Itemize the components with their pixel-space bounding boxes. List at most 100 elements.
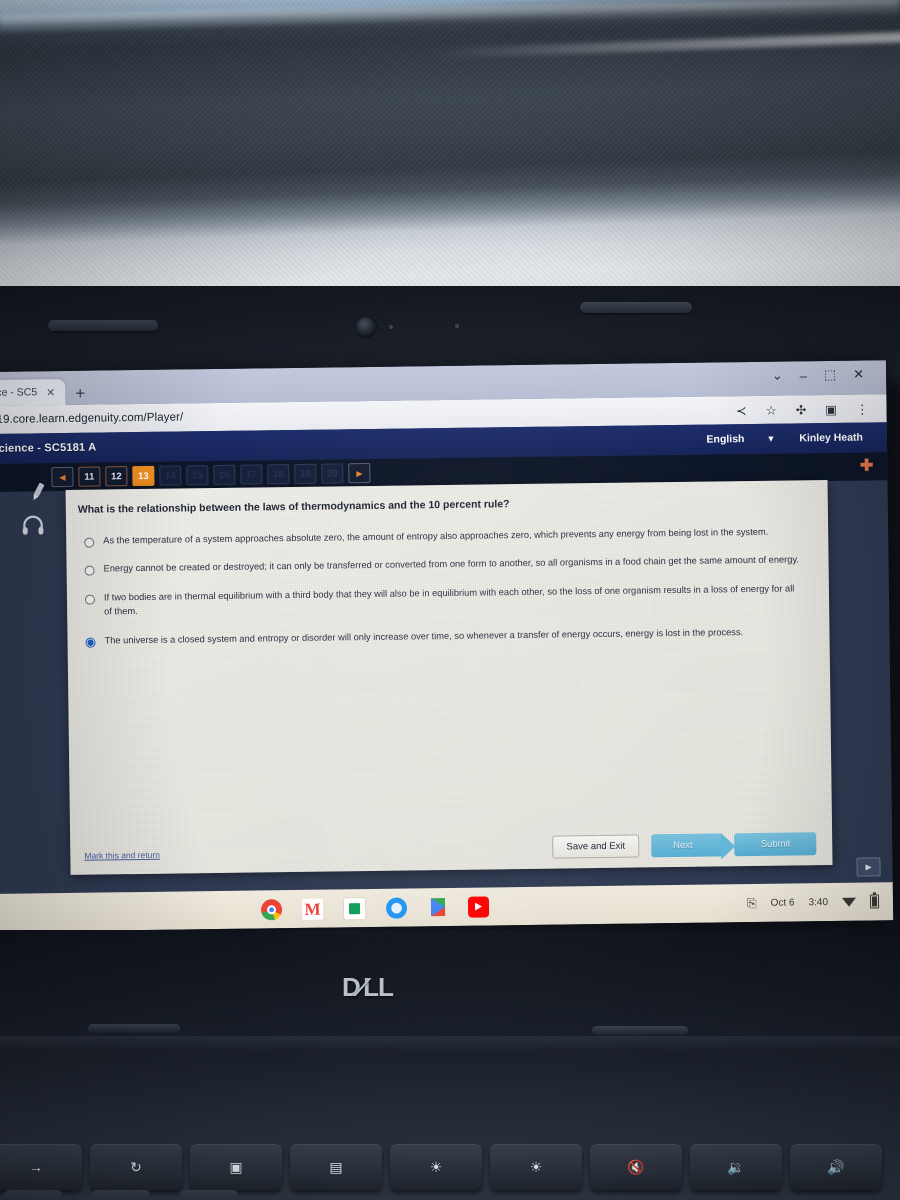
radio-button[interactable] xyxy=(84,594,96,605)
webcam-led-dot xyxy=(455,324,459,328)
brightness-up-key[interactable]: ☀ xyxy=(490,1144,582,1190)
mute-key[interactable]: 🔇 xyxy=(590,1144,682,1190)
answer-option-text: The universe is a closed system and entr… xyxy=(104,626,744,646)
extensions-icon[interactable]: ✣ xyxy=(796,402,807,417)
radio-button-selected[interactable] xyxy=(85,637,96,648)
restore-icon[interactable]: ⬚ xyxy=(824,367,837,383)
browser-tab-active[interactable]: ce - SC5 ✕ xyxy=(0,378,66,406)
question-tab-12[interactable]: 12 xyxy=(105,466,128,487)
save-and-exit-button[interactable]: Save and Exit xyxy=(552,834,640,859)
window-controls: ⌄ – ⬚ ✕ xyxy=(772,367,865,384)
fullscreen-key[interactable]: ▣ xyxy=(190,1144,282,1190)
answer-options: As the temperature of a system approache… xyxy=(84,524,804,661)
close-icon[interactable]: ✕ xyxy=(46,386,55,399)
question-tab-11[interactable]: 11 xyxy=(78,466,101,487)
answer-option-text: Energy cannot be created or destroyed; i… xyxy=(103,554,800,574)
play-store-icon[interactable] xyxy=(427,896,448,917)
answer-option[interactable]: Energy cannot be created or destroyed; i… xyxy=(84,553,802,577)
question-prompt: What is the relationship between the law… xyxy=(77,498,510,516)
answer-option[interactable]: As the temperature of a system approache… xyxy=(84,524,802,548)
keyboard-second-row xyxy=(0,1190,900,1200)
bezel-rubber-pad-right xyxy=(580,302,692,313)
gmail-glyph: M xyxy=(304,899,321,919)
minimize-icon[interactable]: – xyxy=(800,368,807,383)
question-tab-13-current[interactable]: 13 xyxy=(132,465,155,487)
photo-of-laptop: ce - SC5 ✕ + ⌄ – ⬚ ✕ r19.core.learn.edge… xyxy=(0,0,900,1200)
footer-buttons: Save and Exit Next Submit xyxy=(552,832,817,859)
menu-kebab-icon[interactable]: ⋮ xyxy=(856,401,869,416)
question-tab-16[interactable]: 16 xyxy=(213,464,236,486)
wifi-icon xyxy=(841,897,857,907)
chevron-down-icon[interactable]: ▼ xyxy=(766,434,775,444)
radio-button[interactable] xyxy=(84,566,95,577)
volume-up-key[interactable]: 🔊 xyxy=(790,1144,882,1190)
url-text: r19.core.learn.edgenuity.com/Player/ xyxy=(0,411,184,426)
answer-option-text: If two bodies are in thermal equilibrium… xyxy=(103,583,795,617)
webcam-mic-dot xyxy=(389,325,393,329)
youtube-icon[interactable] xyxy=(467,895,490,918)
share-icon[interactable]: ≺ xyxy=(736,403,747,418)
brightness-down-key[interactable]: ☀ xyxy=(390,1144,482,1190)
question-tab-15[interactable]: 15 xyxy=(186,465,209,486)
overview-key[interactable]: ▤ xyxy=(290,1144,382,1190)
battery-icon xyxy=(869,894,880,909)
bezel-rubber-pad-left xyxy=(48,320,158,331)
user-name: Kinley Heath xyxy=(799,431,864,445)
reload-key[interactable]: ↻ xyxy=(90,1144,182,1190)
question-card: What is the relationship between the law… xyxy=(65,479,833,875)
base-rubber-pad-right xyxy=(592,1026,688,1035)
submit-button[interactable]: Submit xyxy=(734,832,817,857)
question-tab-14[interactable]: 14 xyxy=(159,465,182,486)
new-tab-button[interactable]: + xyxy=(75,384,85,405)
answer-option-text: As the temperature of a system approache… xyxy=(103,526,769,546)
base-rubber-pad-left xyxy=(88,1024,180,1033)
keyboard-key[interactable] xyxy=(92,1190,150,1200)
answer-option[interactable]: If two bodies are in thermal equilibrium… xyxy=(84,581,803,619)
headphones-icon[interactable] xyxy=(20,512,46,538)
question-number-list: ◀ 11 12 13 14 15 16 17 18 19 20 ▶ xyxy=(0,462,371,488)
chevron-down-icon[interactable]: ⌄ xyxy=(772,368,783,384)
star-icon[interactable]: ☆ xyxy=(765,402,776,417)
question-tab-17[interactable]: 17 xyxy=(240,464,263,485)
question-tab-18[interactable]: 18 xyxy=(267,464,290,485)
back-key[interactable]: → xyxy=(0,1144,82,1190)
shelf-app-icons: M xyxy=(0,895,490,924)
answer-option-selected[interactable]: The universe is a closed system and entr… xyxy=(85,624,803,648)
volume-down-key[interactable]: 🔉 xyxy=(690,1144,782,1190)
shelf-status-tray[interactable]: ⎘ Oct 6 3:40 xyxy=(747,894,880,911)
course-title: Science - SC5181 A xyxy=(0,441,97,455)
plus-icon[interactable]: ✚ xyxy=(860,455,874,475)
keyboard-key[interactable] xyxy=(4,1190,62,1200)
next-button[interactable]: Next xyxy=(650,833,723,858)
shelf-date: Oct 6 xyxy=(770,896,795,909)
keyboard-key[interactable] xyxy=(180,1190,238,1200)
chromeos-shelf: M ⎘ Oct 6 3:40 xyxy=(0,882,894,932)
page-next-arrow-button[interactable]: ▶ xyxy=(856,857,881,877)
laptop-screen: ce - SC5 ✕ + ⌄ – ⬚ ✕ r19.core.learn.edge… xyxy=(0,360,894,932)
next-question-button[interactable]: ▶ xyxy=(348,462,371,484)
card-footer: Mark this and return Save and Exit Next … xyxy=(70,821,833,875)
screen-capture-icon[interactable]: ⎘ xyxy=(747,895,757,910)
question-tab-19[interactable]: 19 xyxy=(294,463,317,484)
prev-question-button[interactable]: ◀ xyxy=(51,466,74,488)
question-tab-20[interactable]: 20 xyxy=(321,463,344,484)
radio-button[interactable] xyxy=(84,537,95,548)
dell-logo: D∕LL xyxy=(342,972,394,1003)
shelf-time: 3:40 xyxy=(808,896,829,908)
dell-logo-ll: LL xyxy=(363,972,394,1002)
classroom-icon[interactable] xyxy=(342,896,367,920)
chrome-icon[interactable] xyxy=(260,898,283,920)
drive-blue-icon[interactable] xyxy=(385,897,408,919)
pencil-highlighter-icon[interactable] xyxy=(20,479,54,505)
mark-this-and-return-link[interactable]: Mark this and return xyxy=(84,850,160,861)
tab-title: ce - SC5 xyxy=(0,386,38,399)
webcam-icon xyxy=(355,316,377,338)
tab-strip: ce - SC5 ✕ + xyxy=(0,378,85,406)
app-header-right: English ▼ Kinley Heath xyxy=(706,423,863,455)
close-icon[interactable]: ✕ xyxy=(853,367,864,383)
gmail-icon[interactable]: M xyxy=(301,898,324,920)
language-selector[interactable]: English ▼ xyxy=(706,433,775,446)
language-label: English xyxy=(706,433,745,446)
sidepanel-icon[interactable]: ▣ xyxy=(825,401,837,416)
omnibox-actions: ≺ ☆ ✣ ▣ ⋮ xyxy=(736,394,869,424)
